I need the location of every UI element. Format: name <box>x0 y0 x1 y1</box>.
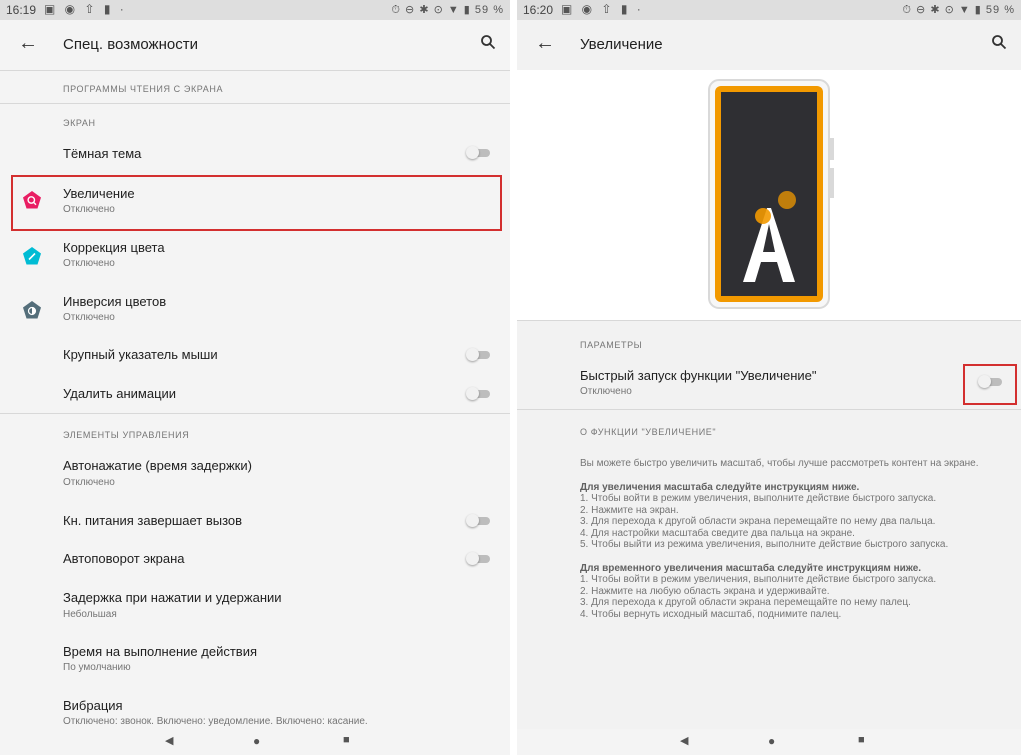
about-step: 3. Для перехода к другой области экрана … <box>580 597 911 608</box>
navigation-bar: ◀ ● ■ <box>517 729 1021 755</box>
color-inversion-icon <box>23 301 41 319</box>
touch-hold-delay-item[interactable]: Задержка при нажатии и удержании Небольш… <box>0 582 510 634</box>
dark-theme-toggle[interactable] <box>466 146 490 159</box>
large-pointer-toggle[interactable] <box>466 348 490 361</box>
item-title: Автонажатие (время задержки) <box>63 458 252 473</box>
item-title: Кн. питания завершает вызов <box>63 513 243 528</box>
auto-rotate-toggle[interactable] <box>466 552 490 565</box>
back-nav-icon[interactable]: ◀ <box>680 734 688 747</box>
highlight-box <box>11 175 502 231</box>
item-title: Крупный указатель мыши <box>63 347 218 362</box>
power-ends-call-toggle[interactable] <box>466 514 490 527</box>
about-text: Вы можете быстро увеличить масштаб, чтоб… <box>580 458 997 620</box>
item-title: Коррекция цвета <box>63 240 165 255</box>
status-time: 16:19 <box>6 3 37 17</box>
app-bar: ← Спец. возможности <box>0 20 510 70</box>
item-title: Автоповорот экрана <box>63 551 185 566</box>
color-correction-item[interactable]: Коррекция цвета Отключено <box>0 232 510 284</box>
item-title: Время на выполнение действия <box>63 644 257 659</box>
accessibility-settings-screen: 16:19 ▣ ◉ ⇧ ▮ · ⏱ ⊖ ✱ ⊙ ▼ ▮ 59 % ← Спец.… <box>0 0 510 755</box>
item-summary: Отключено: звонок. Включено: уведомление… <box>63 716 368 727</box>
search-icon[interactable] <box>991 34 1007 50</box>
power-ends-call-item[interactable]: Кн. питания завершает вызов <box>0 504 510 538</box>
item-summary: Отключено <box>63 258 115 269</box>
notification-icons: ▣ ◉ ⇧ ▮ · <box>44 2 127 16</box>
illustration-area <box>517 70 1021 320</box>
about-block2-heading: Для временного увеличения масштаба следу… <box>580 562 922 574</box>
about-intro: Вы можете быстро увеличить масштаб, чтоб… <box>580 458 979 469</box>
home-nav-icon[interactable]: ● <box>253 734 260 748</box>
status-bar: 16:20 ▣ ◉ ⇧ ▮ · ⏱ ⊖ ✱ ⊙ ▼ ▮ 59 % <box>517 0 1021 20</box>
status-icons: ⏱ ⊖ ✱ ⊙ ▼ ▮ 59 % <box>902 4 1015 16</box>
divider <box>0 103 510 104</box>
dark-theme-item[interactable]: Тёмная тема <box>0 134 510 172</box>
recents-nav-icon[interactable]: ■ <box>858 734 865 746</box>
about-step: 3. Для перехода к другой области экрана … <box>580 516 936 527</box>
section-screen-readers: Программы чтения с экрана <box>63 84 224 94</box>
phone-illustration-icon <box>708 79 834 309</box>
large-pointer-item[interactable]: Крупный указатель мыши <box>0 340 510 376</box>
about-step: 2. Нажмите на экран. <box>580 504 679 516</box>
color-inversion-item[interactable]: Инверсия цветов Отключено <box>0 286 510 338</box>
about-step: 4. Для настройки масштаба сведите два па… <box>580 527 855 539</box>
notification-icons: ▣ ◉ ⇧ ▮ · <box>561 2 644 16</box>
item-title: Удалить анимации <box>63 386 177 401</box>
page-title: Спец. возможности <box>63 36 198 53</box>
highlight-box <box>963 364 1017 405</box>
back-arrow-icon[interactable]: ← <box>535 32 555 55</box>
item-summary: Отключено <box>63 477 115 488</box>
magnification-settings-screen: 16:20 ▣ ◉ ⇧ ▮ · ⏱ ⊖ ✱ ⊙ ▼ ▮ 59 % ← Увели… <box>517 0 1021 755</box>
about-step: 2. Нажмите на любую область экрана и уде… <box>580 585 830 597</box>
status-icons: ⏱ ⊖ ✱ ⊙ ▼ ▮ 59 % <box>391 4 504 16</box>
auto-rotate-item[interactable]: Автоповорот экрана <box>0 542 510 576</box>
section-controls: Элементы управления <box>63 430 190 440</box>
item-title: Тёмная тема <box>63 146 142 161</box>
status-bar: 16:19 ▣ ◉ ⇧ ▮ · ⏱ ⊖ ✱ ⊙ ▼ ▮ 59 % <box>0 0 510 20</box>
time-to-act-item[interactable]: Время на выполнение действия По умолчани… <box>0 636 510 688</box>
color-correction-icon <box>23 247 41 265</box>
about-block1-heading: Для увеличения масштаба следуйте инструк… <box>580 481 860 493</box>
recents-nav-icon[interactable]: ■ <box>343 734 350 746</box>
item-title: Задержка при нажатии и удержании <box>63 590 282 605</box>
item-title: Быстрый запуск функции "Увеличение" <box>580 368 817 383</box>
section-params: Параметры <box>580 340 643 350</box>
section-about: О функции "Увеличение" <box>580 427 717 437</box>
back-arrow-icon[interactable]: ← <box>18 32 38 55</box>
divider <box>0 70 510 71</box>
app-bar: ← Увеличение <box>517 20 1021 70</box>
back-nav-icon[interactable]: ◀ <box>165 734 173 747</box>
about-step: 5. Чтобы выйти из режима увеличения, вып… <box>580 539 949 550</box>
navigation-bar: ◀ ● ■ <box>0 729 510 755</box>
shortcut-item[interactable]: Быстрый запуск функции "Увеличение" Откл… <box>517 358 1021 406</box>
item-summary: По умолчанию <box>63 662 131 673</box>
page-title: Увеличение <box>580 36 663 53</box>
section-display: Экран <box>63 118 96 128</box>
item-summary: Небольшая <box>63 609 117 620</box>
about-step: 1. Чтобы войти в режим увеличения, выпол… <box>580 493 937 504</box>
divider <box>0 413 510 414</box>
about-step: 1. Чтобы войти в режим увеличения, выпол… <box>580 574 937 585</box>
remove-animations-item[interactable]: Удалить анимации <box>0 378 510 410</box>
status-time: 16:20 <box>523 3 554 17</box>
remove-animations-toggle[interactable] <box>466 387 490 400</box>
item-title: Вибрация <box>63 698 123 713</box>
home-nav-icon[interactable]: ● <box>768 734 775 748</box>
item-title: Инверсия цветов <box>63 294 167 309</box>
about-step: 4. Чтобы вернуть исходный масштаб, подни… <box>580 608 842 620</box>
vibration-item[interactable]: Вибрация Отключено: звонок. Включено: ув… <box>0 690 510 730</box>
divider <box>517 409 1021 410</box>
divider <box>517 320 1021 321</box>
item-summary: Отключено <box>580 386 632 397</box>
autoclick-item[interactable]: Автонажатие (время задержки) Отключено <box>0 450 510 502</box>
item-summary: Отключено <box>63 312 115 323</box>
search-icon[interactable] <box>480 34 496 50</box>
